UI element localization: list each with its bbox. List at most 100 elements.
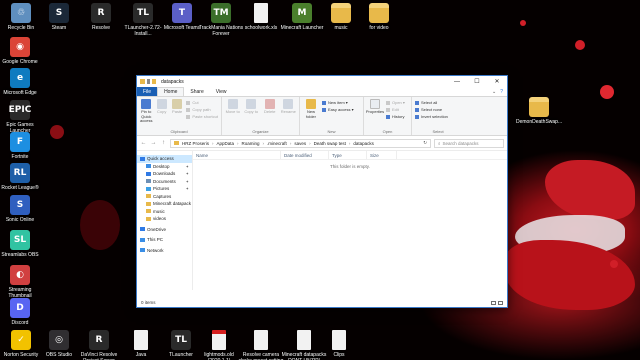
breadcrumb-separator[interactable]: › [349,141,351,146]
desktop-icon[interactable]: ◐ Streaming Thumbnail [0,265,41,299]
nav-item[interactable]: Pictures ✦ [137,185,192,193]
breadcrumb-item[interactable]: HRZ Proseris [182,141,209,146]
copy-to-button[interactable]: Copy to [244,99,260,115]
desktop-icon[interactable]: S Sonic Online [0,195,41,223]
navigation-pane[interactable]: Quick access Desktop ✦ Downloads ✦ Documents ✦… [137,151,193,290]
column-size[interactable]: Size [367,151,397,159]
large-icons-view-icon[interactable] [498,300,503,305]
desktop-icon[interactable]: DemonDeathSwap... [516,97,562,125]
edit-button[interactable]: Edit [386,107,405,112]
column-date-modified[interactable]: Date modified [281,151,329,159]
chevron-down-icon[interactable]: ⌄ [492,89,496,95]
desktop-icon[interactable]: EPIC Epic Games Launcher [0,100,41,134]
tab-file[interactable]: File [137,87,158,96]
search-input[interactable]: ⌕ Search datapacks [434,138,504,148]
breadcrumb-separator[interactable]: › [290,141,292,146]
refresh-icon[interactable]: ↻ [423,140,427,146]
desktop-icon[interactable]: M Minecraft Launcher [281,3,323,31]
desktop-icon[interactable]: D Discord [0,298,41,326]
forward-button[interactable]: → [150,140,157,146]
nav-item[interactable]: videos [137,215,192,223]
nav-item[interactable]: Quick access [137,155,192,163]
move-to-button[interactable]: Move to [225,99,241,115]
back-button[interactable]: ← [140,140,147,146]
select-none-button[interactable]: Select none [415,107,448,112]
desktop-icon[interactable]: S Steam [38,3,80,31]
breadcrumb-item[interactable]: .minecraft [267,141,287,146]
details-view-icon[interactable] [491,300,496,305]
minimize-button[interactable]: — [447,76,467,87]
help-icon[interactable]: ? [500,89,503,95]
breadcrumb-separator[interactable]: › [263,141,265,146]
open-button[interactable]: Open ▾ [386,100,405,105]
file-explorer-window[interactable]: datapacks — ☐ ✕ File Home Share View ⌄ ?… [136,75,508,308]
nav-item[interactable]: Documents ✦ [137,178,192,186]
nav-item[interactable]: Network [137,247,192,255]
paint-splash [520,20,526,26]
breadcrumb-item[interactable]: Roaming [242,141,260,146]
desktop-icon[interactable]: ◎ OBS Studio [38,330,80,358]
desktop-icon[interactable]: TL TLauncher-2.72-Install... [122,3,164,37]
desktop-icon[interactable]: Java [120,330,162,358]
delete-button[interactable]: Delete [262,99,278,115]
desktop-icon[interactable]: ◉ Google Chrome [0,37,41,65]
invert-selection-button[interactable]: Invert selection [415,114,448,119]
breadcrumb-item[interactable]: Death swap test [314,141,346,146]
nav-item[interactable]: Minecraft datapack [137,200,192,208]
breadcrumb-separator[interactable]: › [237,141,239,146]
breadcrumb-item[interactable]: saves [294,141,306,146]
open-group: Properties Open ▾ Edit History Open [364,97,412,135]
desktop-icon[interactable]: for video [358,3,400,31]
desktop-icon[interactable]: lightmods.old (2020.1.1) [198,330,240,360]
desktop-icon[interactable]: e Microsoft Edge [0,68,41,96]
up-button[interactable]: ↑ [160,140,167,146]
nav-item[interactable]: music [137,208,192,216]
new-folder-button[interactable]: New folder [303,99,319,119]
desktop-icon[interactable]: R Resolve [80,3,122,31]
desktop-icon-label: Clips [333,352,345,358]
file-list[interactable]: Name Date modified Type Size This folder… [193,151,507,290]
select-all-button[interactable]: Select all [415,100,448,105]
maximize-button[interactable]: ☐ [467,76,487,87]
address-bar[interactable]: HRZ Proseris › AppData › Roaming › .minecraft ›… [170,138,431,148]
nav-item[interactable]: Desktop ✦ [137,163,192,171]
column-name[interactable]: Name [193,151,281,159]
breadcrumb-separator[interactable]: › [212,141,214,146]
cut-button[interactable]: Cut [186,100,218,105]
desktop-icon[interactable]: F Fortnite [0,132,41,160]
copy-path-button[interactable]: Copy path [186,107,218,112]
tab-share[interactable]: Share [184,87,209,96]
paste-shortcut-button[interactable]: Paste shortcut [186,114,218,119]
nav-item[interactable]: This PC [137,236,192,244]
nav-item[interactable]: OneDrive [137,226,192,234]
desktop-icon[interactable]: T Microsoft Teams [161,3,203,31]
paste-button[interactable]: Paste [171,99,183,115]
file-icon [254,3,268,23]
new-item-button[interactable]: New item ▾ [322,100,354,105]
history-button[interactable]: History [386,114,405,119]
title-bar[interactable]: datapacks — ☐ ✕ [137,76,507,87]
easy-access-button[interactable]: Easy access ▾ [322,107,354,112]
desktop-icon[interactable]: R DaVinci Resolve Project Server [78,330,120,360]
tab-home[interactable]: Home [157,87,185,96]
desktop-icon[interactable]: schoolwork.xls [240,3,282,31]
desktop-icon[interactable]: RL Rocket League® [0,163,41,191]
copy-button[interactable]: Copy [155,99,167,115]
pin-quick-access-button[interactable]: Pin to Quick access [140,99,152,124]
column-type[interactable]: Type [329,151,367,159]
breadcrumb-separator[interactable]: › [309,141,311,146]
rename-button[interactable]: Rename [281,99,297,115]
tab-view[interactable]: View [210,87,233,96]
breadcrumb-item[interactable]: AppData [217,141,235,146]
properties-button[interactable]: Properties [366,99,384,115]
properties-icon[interactable] [147,79,150,84]
desktop-icon[interactable]: TM TrackMania Nations Forever [199,3,243,37]
new-folder-icon[interactable] [152,79,156,84]
nav-item[interactable]: Captures [137,193,192,201]
close-button[interactable]: ✕ [487,76,507,87]
nav-item[interactable]: Downloads ✦ [137,170,192,178]
breadcrumb-item[interactable]: datapacks [353,141,374,146]
desktop-icon[interactable]: Resolve camera shake preset.setting [239,330,283,360]
desktop-icon[interactable]: SL Streamlabs OBS [0,230,41,258]
desktop-icon[interactable]: Clips [318,330,360,358]
